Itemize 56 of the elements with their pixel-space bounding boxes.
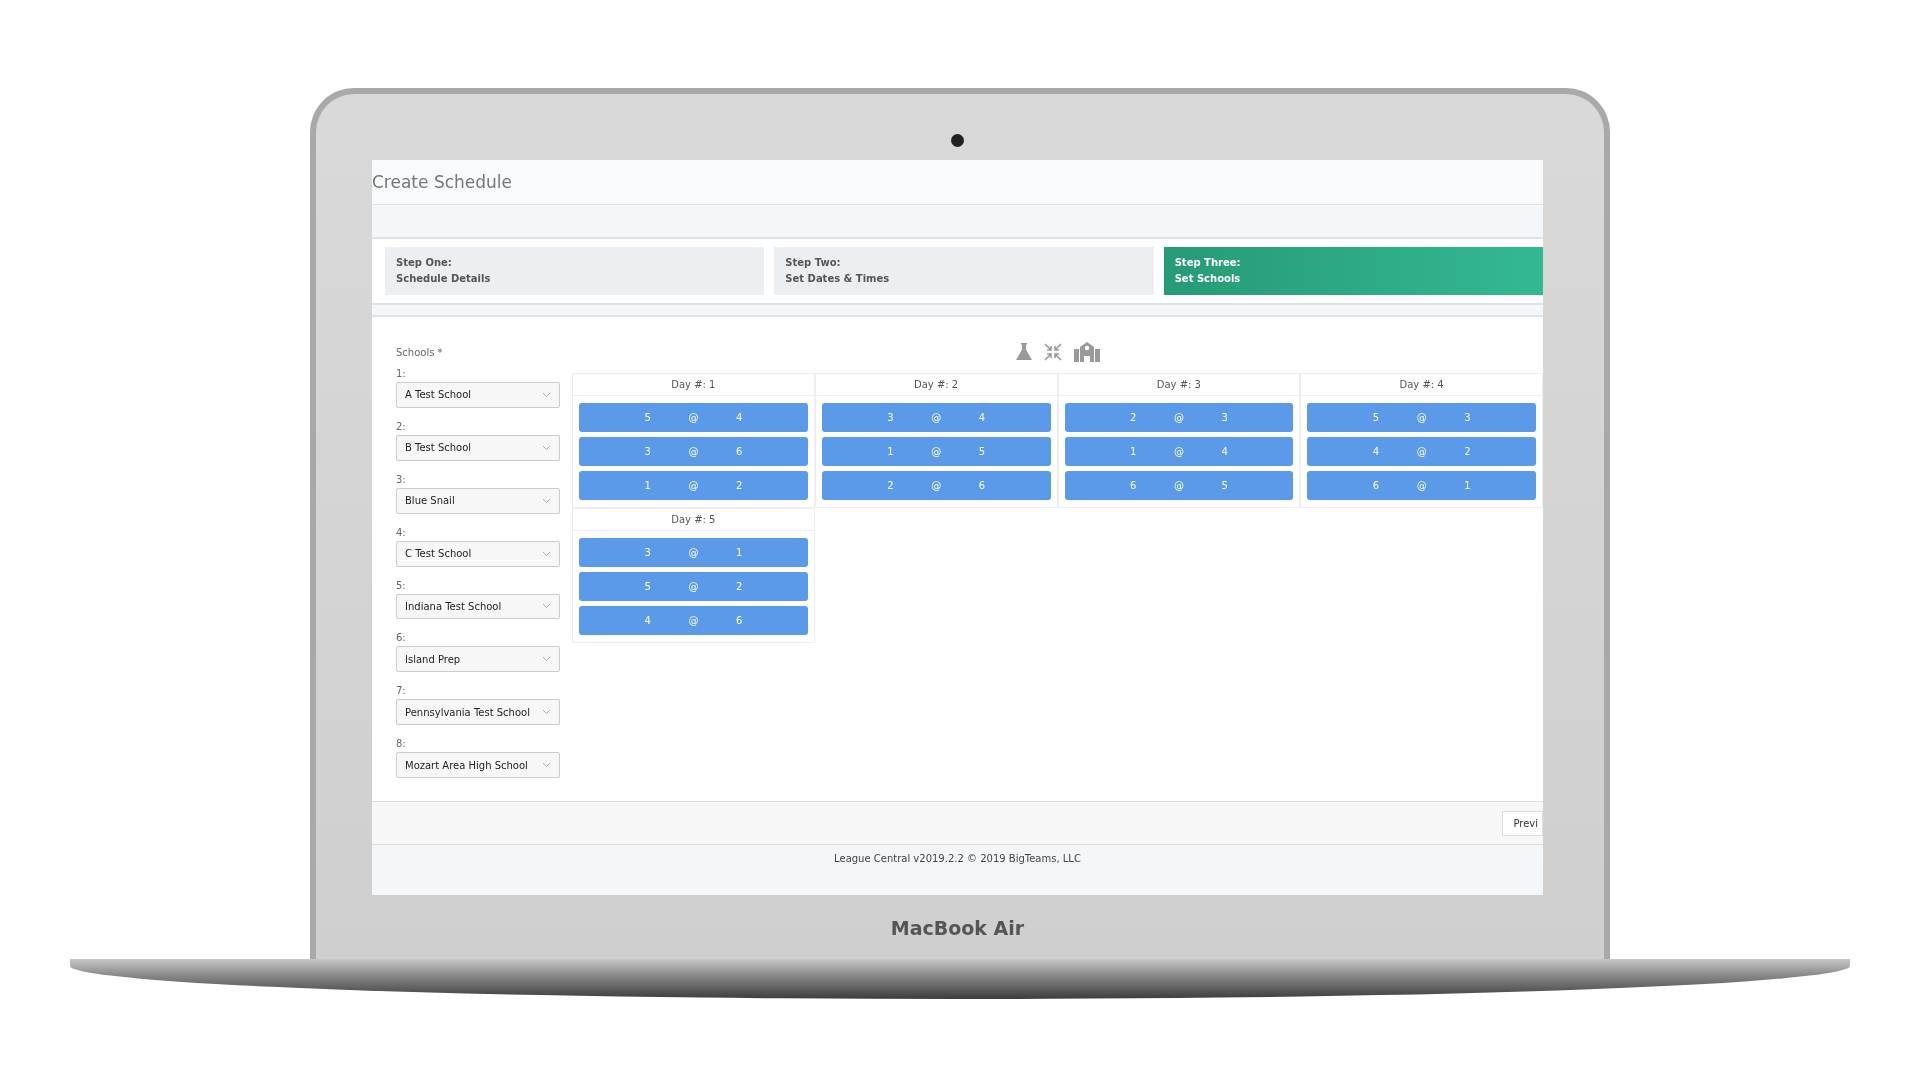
- previous-button[interactable]: Previ: [1502, 810, 1543, 836]
- day-title: Day #: 2: [815, 374, 1057, 396]
- match-button[interactable]: 1 @ 2: [579, 471, 808, 500]
- match-button[interactable]: 4 @ 2: [1307, 437, 1536, 466]
- day-title: Day #: 1: [573, 374, 814, 396]
- day-title: Day #: 4: [1301, 374, 1542, 396]
- match-button[interactable]: 5 @ 4: [579, 403, 808, 432]
- school-select[interactable]: Mozart Area High School: [396, 752, 560, 778]
- field-label: 6:: [396, 632, 407, 644]
- match-button[interactable]: 3 @ 1: [579, 538, 808, 567]
- field-label: 1:: [396, 368, 407, 379]
- school-building-icon[interactable]: [1072, 342, 1101, 362]
- field-label: Schools *: [396, 347, 444, 358]
- school-select[interactable]: Blue Snail: [396, 487, 560, 514]
- camera-icon: [951, 134, 964, 147]
- step-tab[interactable]: Step Three: Set Schools: [1163, 247, 1543, 295]
- field-label: 7:: [396, 685, 407, 697]
- step-tab[interactable]: Step One: Schedule Details: [385, 247, 765, 295]
- match-button[interactable]: 1 @ 5: [821, 437, 1051, 466]
- laptop-label: MacBook Air: [890, 916, 1025, 941]
- match-button[interactable]: 4 @ 6: [579, 606, 808, 635]
- chevron-down-icon: [542, 497, 551, 504]
- match-button[interactable]: 5 @ 2: [579, 572, 808, 601]
- field-label: 5:: [396, 579, 407, 591]
- page-title: Create Schedule: [372, 160, 1543, 205]
- school-select[interactable]: Indiana Test School: [396, 593, 560, 620]
- match-button[interactable]: 6 @ 5: [1064, 471, 1294, 500]
- match-button[interactable]: 3 @ 6: [579, 437, 808, 466]
- school-select[interactable]: B Test School: [396, 434, 560, 461]
- chevron-down-icon: [542, 603, 551, 610]
- copyright-text: League Central v2019.2.2 © 2019 BigTeams, LLC: [833, 852, 1082, 864]
- field-label: 4:: [396, 526, 407, 538]
- match-button[interactable]: 3 @ 4: [821, 403, 1051, 432]
- match-button[interactable]: 6 @ 1: [1307, 471, 1536, 500]
- day-title: Day #: 5: [573, 509, 814, 531]
- field-label: 2:: [396, 420, 407, 432]
- field-label: 3:: [396, 473, 407, 485]
- school-select[interactable]: Pennsylvania Test School: [396, 699, 560, 726]
- match-button[interactable]: 1 @ 4: [1064, 437, 1294, 466]
- chevron-down-icon: [542, 444, 551, 451]
- chevron-down-icon: [542, 762, 551, 769]
- match-button[interactable]: 5 @ 3: [1307, 403, 1536, 432]
- school-select[interactable]: A Test School: [396, 382, 560, 408]
- chevron-down-icon: [542, 656, 551, 663]
- match-button[interactable]: 2 @ 3: [1064, 403, 1294, 432]
- day-title: Day #: 3: [1058, 374, 1300, 396]
- school-select[interactable]: Island Prep: [396, 646, 560, 673]
- field-label: 8:: [396, 738, 407, 750]
- step-tab[interactable]: Step Two: Set Dates & Times: [774, 247, 1154, 295]
- compress-icon[interactable]: [1042, 342, 1063, 362]
- school-select[interactable]: C Test School: [396, 540, 560, 567]
- chevron-down-icon: [542, 391, 551, 398]
- flask-icon[interactable]: [1014, 342, 1033, 362]
- match-button[interactable]: 2 @ 6: [821, 471, 1051, 500]
- chevron-down-icon: [542, 709, 551, 716]
- chevron-down-icon: [542, 550, 551, 557]
